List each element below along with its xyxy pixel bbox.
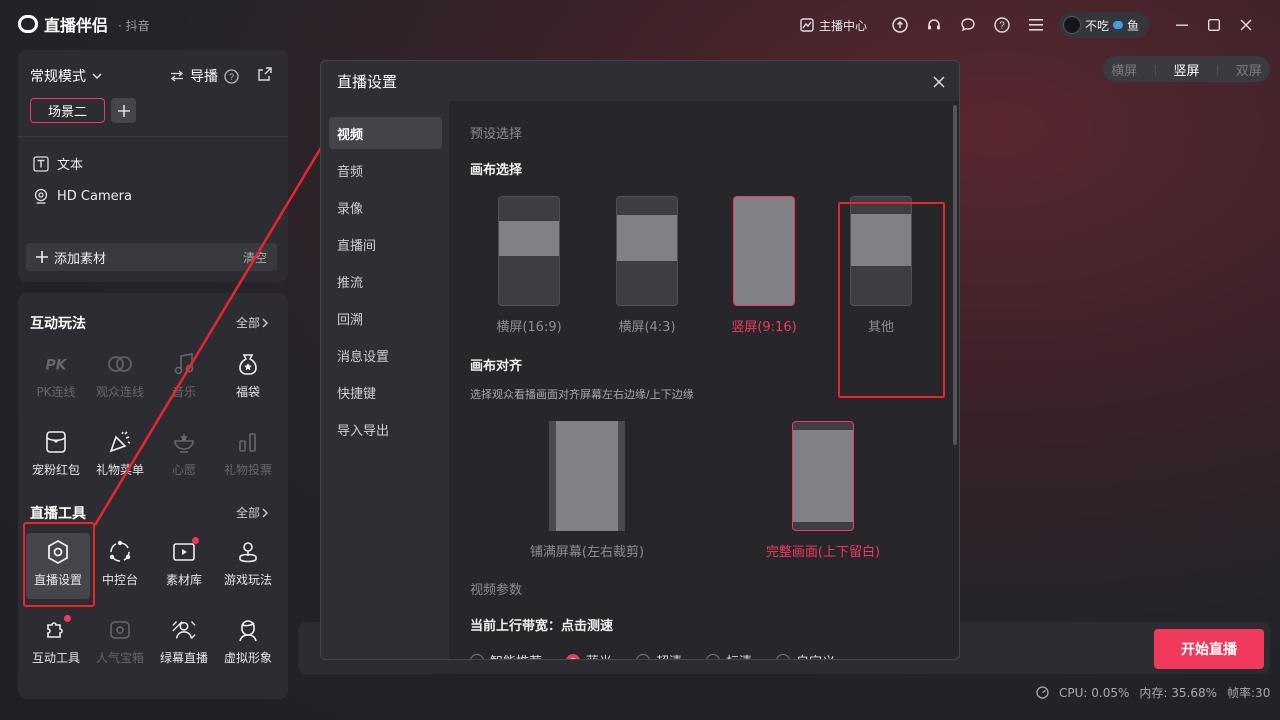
align-preview (792, 421, 854, 531)
quality-option-bluray[interactable]: 蓝光 (566, 651, 612, 659)
quality-option-custom[interactable]: 自定义 (776, 651, 835, 659)
quality-option-smart[interactable]: 智能推荐 (470, 651, 542, 659)
quality-options: 智能推荐 蓝光 超清 标清 自定义 (470, 651, 835, 659)
video-params-label: 视频参数 (470, 583, 523, 598)
settings-content: 预设选择 画布选择 横屏(16:9) 横屏(4:3) 竖屏(9:16) 其他 画… (449, 101, 959, 659)
close-icon (933, 76, 945, 88)
radio-button (470, 653, 484, 659)
nav-recording[interactable]: 录像 (329, 191, 442, 223)
nav-shortcuts[interactable]: 快捷键 (329, 376, 442, 408)
live-settings-dialog: 直播设置 视频 音频 录像 直播间 推流 回溯 消息设置 快捷键 导入导出 预设… (320, 60, 960, 660)
radio-label: 蓝光 (586, 651, 612, 659)
align-label: 铺满屏幕(左右裁剪) (529, 545, 645, 560)
dialog-close-button[interactable] (927, 71, 951, 93)
radio-label: 智能推荐 (490, 651, 542, 659)
highlight-box (838, 202, 945, 398)
bandwidth-label[interactable]: 当前上行带宽：点击测速 (470, 615, 613, 634)
align-title: 画布对齐 (470, 359, 523, 374)
settings-nav: 视频 音频 录像 直播间 推流 回溯 消息设置 快捷键 导入导出 (321, 101, 449, 659)
canvas-preview (498, 196, 560, 306)
canvas-fill (499, 221, 559, 256)
radio-label: 标清 (726, 651, 752, 659)
radio-label: 超清 (656, 651, 682, 659)
nav-import-export[interactable]: 导入导出 (329, 413, 442, 445)
quality-option-standard[interactable]: 标清 (706, 651, 752, 659)
align-fill (556, 421, 618, 531)
radio-button (776, 653, 791, 659)
nav-streaming[interactable]: 推流 (329, 265, 442, 297)
radio-button (706, 653, 721, 659)
nav-live-room[interactable]: 直播间 (329, 228, 442, 260)
nav-replay[interactable]: 回溯 (329, 302, 442, 334)
radio-button (636, 653, 651, 659)
quality-option-ultra[interactable]: 超清 (636, 651, 682, 659)
canvas-preview (733, 196, 795, 306)
nav-audio[interactable]: 音频 (329, 154, 442, 186)
canvas-fill (734, 197, 794, 305)
canvas-preview (616, 196, 678, 306)
canvas-label: 横屏(4:3) (618, 320, 676, 335)
align-preview (549, 421, 625, 531)
align-label: 完整画面(上下留白) (765, 545, 881, 560)
canvas-label: 竖屏(9:16) (731, 320, 797, 335)
canvas-title: 画布选择 (470, 163, 523, 178)
canvas-fill (617, 215, 677, 261)
radio-button (566, 653, 581, 659)
nav-video[interactable]: 视频 (329, 117, 442, 149)
preset-label: 预设选择 (470, 127, 523, 142)
dialog-title: 直播设置 (337, 72, 398, 91)
align-description: 选择观众看播画面对齐屏幕左右边缘/上下边缘 (470, 388, 694, 401)
nav-message-settings[interactable]: 消息设置 (329, 339, 442, 371)
canvas-label: 横屏(16:9) (496, 320, 562, 335)
align-fill (793, 430, 853, 522)
scrollbar[interactable] (953, 105, 957, 445)
radio-label: 自定义 (796, 651, 835, 659)
